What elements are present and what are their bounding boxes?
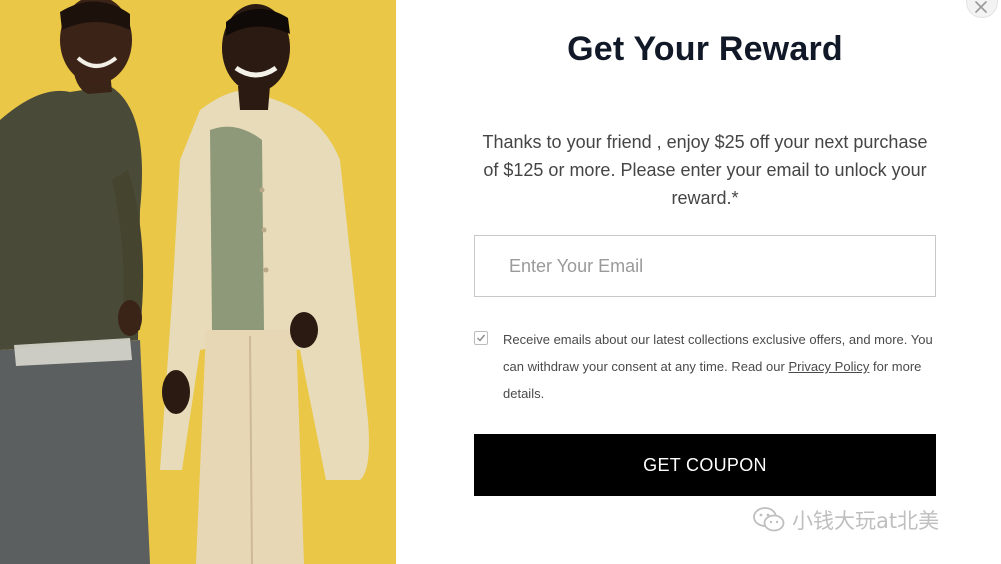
watermark-text: 小钱大玩at北美	[792, 509, 940, 533]
hero-photo	[0, 0, 396, 564]
consent-checkbox[interactable]	[474, 331, 488, 345]
get-coupon-button[interactable]: GET COUPON	[474, 434, 936, 496]
reward-description: Thanks to your friend , enjoy $25 off yo…	[482, 132, 928, 208]
watermark: 小钱大玩at北美	[752, 505, 939, 535]
model-photo	[0, 0, 396, 564]
consent-text: Receive emails about our latest collecti…	[503, 326, 933, 407]
modal-title: Get Your Reward	[567, 30, 843, 68]
email-input[interactable]	[474, 235, 936, 297]
checkmark-icon	[477, 334, 486, 342]
wechat-icon	[753, 507, 785, 532]
privacy-policy-link[interactable]: Privacy Policy	[788, 359, 869, 374]
close-icon	[975, 1, 987, 13]
